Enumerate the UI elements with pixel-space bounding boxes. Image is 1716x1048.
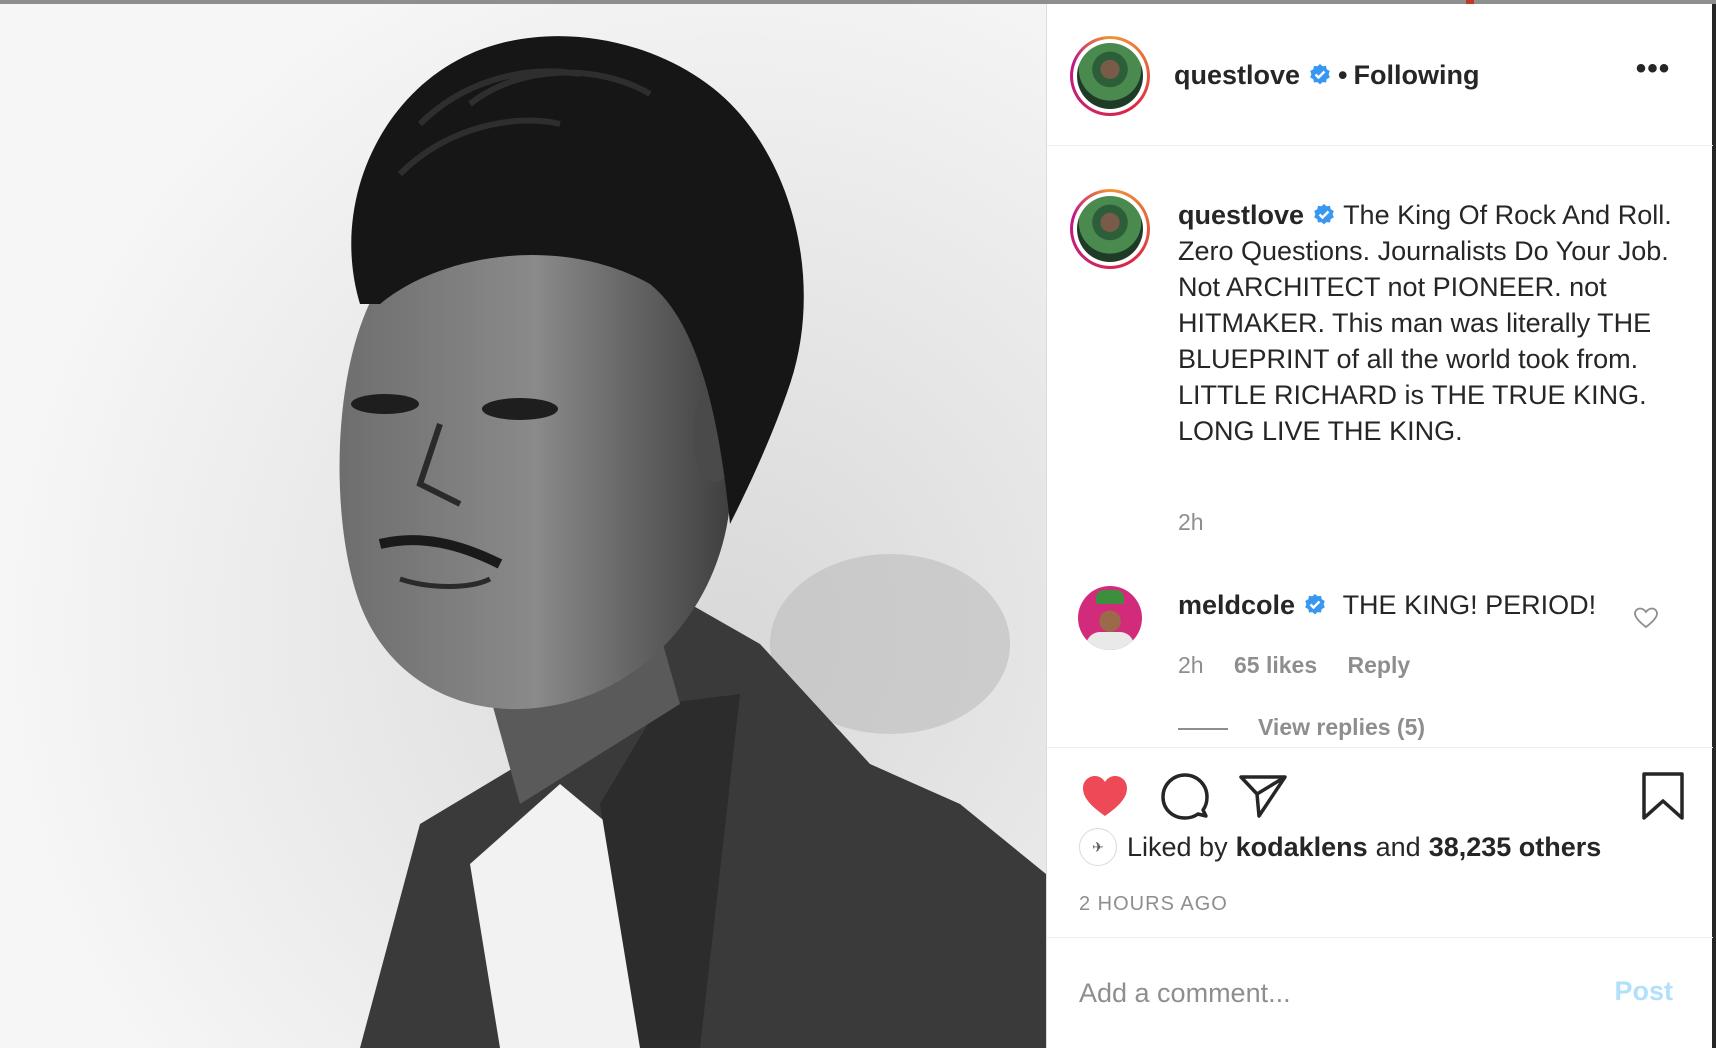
- comment-timestamp[interactable]: 2h: [1178, 652, 1204, 678]
- heart-filled-icon[interactable]: [1079, 770, 1131, 822]
- separator-dot: •: [1338, 60, 1348, 90]
- verified-badge-icon: [1305, 594, 1325, 615]
- caption-text: The King Of Rock And Roll. Zero Question…: [1178, 200, 1672, 446]
- likes-others-link[interactable]: 38,235 others: [1429, 832, 1602, 863]
- comment-meta: 2h 65 likes Reply: [1178, 652, 1434, 679]
- verified-badge-icon: [1310, 64, 1330, 85]
- likes-summary: ✈ Liked by kodaklens and 38,235 others: [1079, 828, 1609, 866]
- comment-reply-button[interactable]: Reply: [1348, 652, 1411, 678]
- caption-timestamp[interactable]: 2h: [1178, 509, 1204, 536]
- author-avatar[interactable]: [1070, 36, 1150, 116]
- liker-username[interactable]: kodaklens: [1236, 832, 1368, 863]
- comment-line: meldcole THE KING! PERIOD!: [1178, 590, 1596, 621]
- verified-badge-icon: [1314, 204, 1334, 225]
- bookmark-icon[interactable]: [1637, 770, 1689, 822]
- comments-list: questlove The King Of Rock And Roll. Zer…: [1047, 147, 1713, 747]
- commenter-username[interactable]: meldcole: [1178, 590, 1295, 620]
- post-actions: ✈ Liked by kodaklens and 38,235 others 2…: [1047, 747, 1713, 937]
- portrait-illustration: [0, 4, 1046, 1048]
- header-author-line: questlove • Following: [1174, 60, 1479, 91]
- liked-prefix: Liked by: [1127, 831, 1228, 862]
- post-header: questlove • Following •••: [1047, 4, 1713, 146]
- post-side-panel: questlove • Following ••• questlove The Ki…: [1046, 4, 1716, 1048]
- liker-avatar[interactable]: ✈: [1079, 828, 1117, 866]
- comment-like-heart-icon[interactable]: [1633, 606, 1659, 630]
- more-options-icon[interactable]: •••: [1633, 54, 1673, 84]
- view-replies-button[interactable]: View replies (5): [1178, 714, 1425, 741]
- comment-text: THE KING! PERIOD!: [1342, 590, 1597, 620]
- paper-plane-icon[interactable]: [1237, 770, 1289, 822]
- commenter-avatar[interactable]: [1078, 586, 1142, 650]
- author-username[interactable]: questlove: [1174, 60, 1300, 90]
- post-photo[interactable]: [0, 4, 1046, 1048]
- following-button[interactable]: Following: [1354, 60, 1480, 90]
- comment-bubble-icon[interactable]: [1159, 770, 1211, 822]
- comment-input[interactable]: [1079, 968, 1559, 1018]
- post-comment-button[interactable]: Post: [1614, 976, 1673, 1007]
- caption-username[interactable]: questlove: [1178, 200, 1304, 230]
- post-time-ago[interactable]: 2 HOURS AGO: [1079, 893, 1228, 916]
- liked-joiner: and: [1375, 831, 1421, 862]
- post-caption: questlove The King Of Rock And Roll. Zer…: [1178, 197, 1678, 449]
- comment-likes[interactable]: 65 likes: [1234, 652, 1317, 678]
- add-comment-bar: Post: [1047, 937, 1713, 1048]
- caption-author-avatar[interactable]: [1070, 189, 1150, 269]
